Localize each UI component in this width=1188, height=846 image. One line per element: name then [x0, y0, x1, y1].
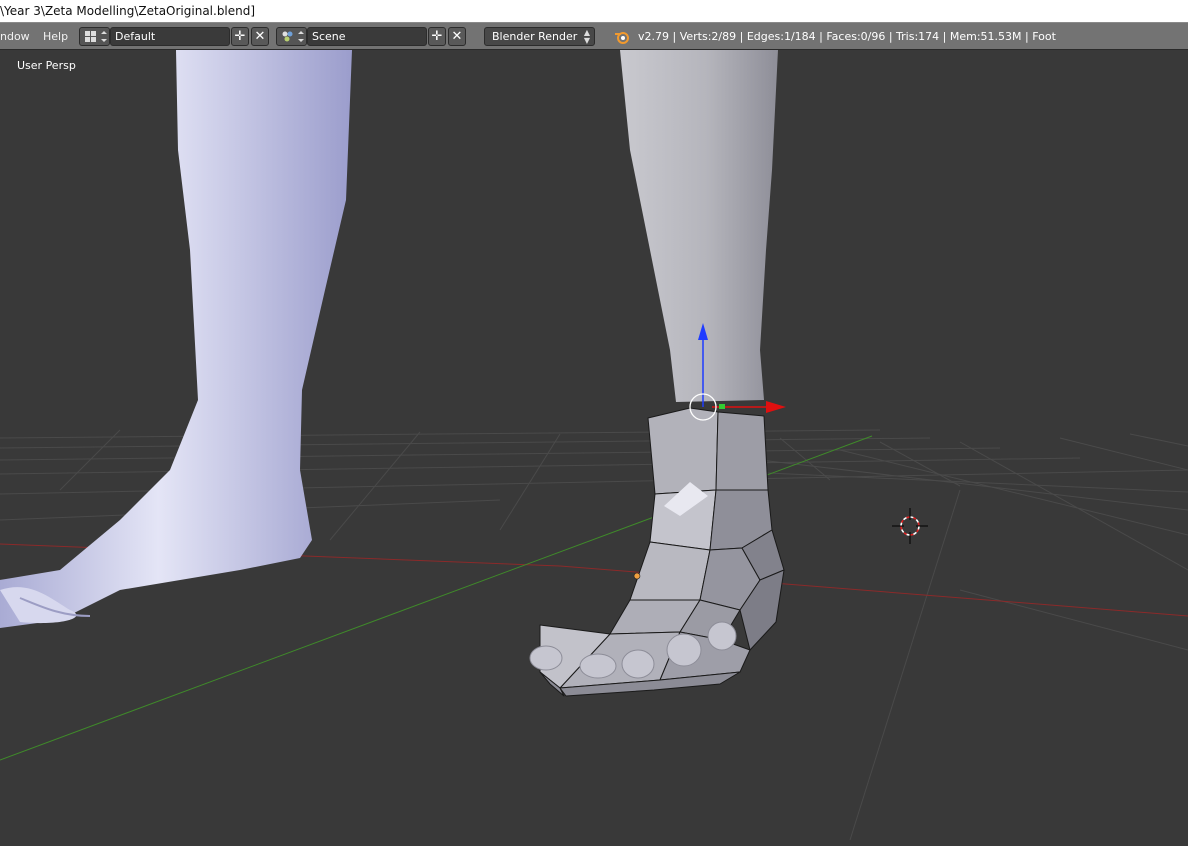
add-icon: ✛ — [431, 29, 443, 44]
version-label: v2.79 — [638, 30, 670, 43]
scene-field[interactable]: Scene — [307, 27, 427, 46]
delete-scene-button[interactable]: ✕ — [448, 27, 466, 46]
delete-screen-button[interactable]: ✕ — [251, 27, 269, 46]
render-engine-value: Blender Render — [492, 30, 578, 43]
view-perspective-label: User Persp — [17, 59, 76, 72]
scene-selector[interactable] — [276, 27, 307, 46]
object-origin-dot — [633, 572, 641, 580]
screen-layout-icon — [85, 31, 107, 42]
window-title: \Year 3\Zeta Modelling\ZetaOriginal.blen… — [0, 4, 256, 18]
add-scene-button[interactable]: ✛ — [428, 27, 446, 46]
add-screen-button[interactable]: ✛ — [231, 27, 249, 46]
render-engine-dropdown[interactable]: Blender Render ▲ ▼ — [484, 27, 595, 46]
window-title-bar: \Year 3\Zeta Modelling\ZetaOriginal.blen… — [0, 0, 1188, 22]
screen-layout-value: Default — [115, 30, 156, 43]
scene-stats: v2.79 | Verts:2/89 | Edges:1/184 | Faces… — [638, 30, 1056, 43]
menu-window[interactable]: ndow — [0, 23, 30, 50]
screen-layout-field[interactable]: Default — [110, 27, 230, 46]
blender-logo-icon — [615, 32, 629, 44]
chevron-updown-icon: ▲ ▼ — [583, 28, 590, 45]
viewport-background — [0, 50, 1188, 846]
close-icon: ✕ — [451, 29, 463, 44]
close-icon: ✕ — [254, 29, 266, 44]
screen-layout-selector[interactable] — [79, 27, 110, 46]
stats-label: Verts:2/89 | Edges:1/184 | Faces:0/96 | … — [679, 30, 1056, 43]
menu-help[interactable]: Help — [43, 23, 68, 50]
info-header: ndow Help Default ✛ ✕ Scene ✛ ✕ Blender … — [0, 22, 1188, 50]
scene-value: Scene — [312, 30, 346, 43]
scene-icon — [282, 31, 304, 42]
add-icon: ✛ — [234, 29, 246, 44]
3d-viewport[interactable] — [0, 50, 1188, 846]
